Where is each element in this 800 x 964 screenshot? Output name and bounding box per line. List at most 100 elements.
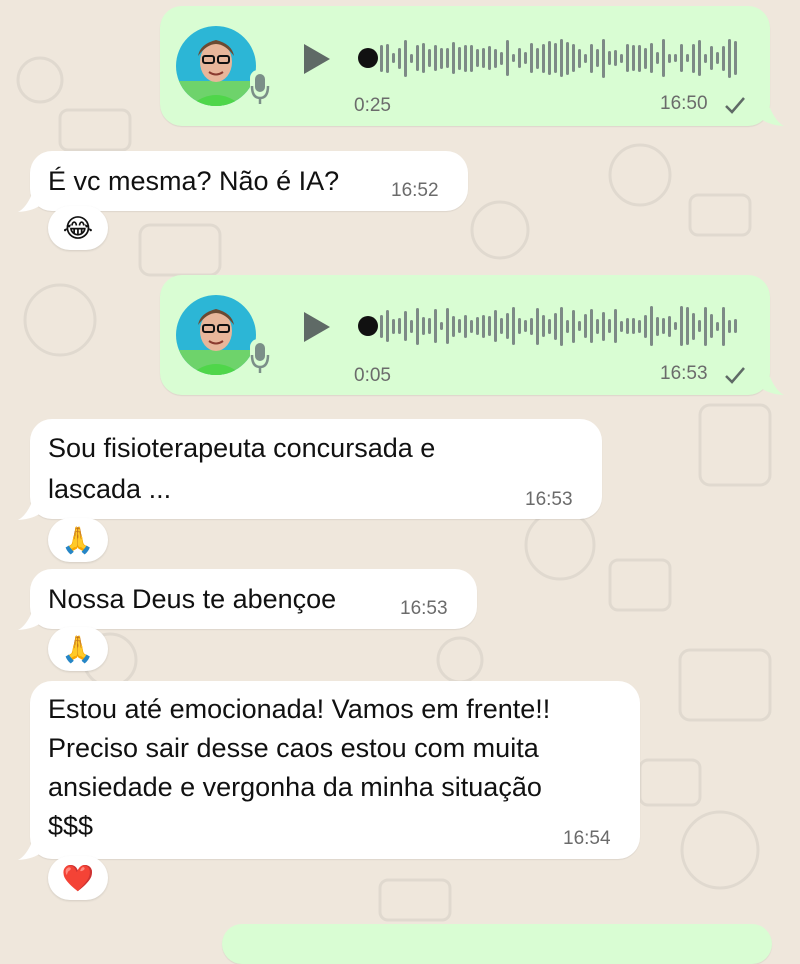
waveform-bar (710, 314, 713, 338)
message-time: 16:53 (660, 363, 708, 384)
waveform-bar (662, 318, 665, 334)
waveform-bar (716, 52, 719, 64)
bubble-tail (18, 612, 42, 630)
waveform-bar (416, 307, 419, 345)
waveform-bar (668, 315, 671, 337)
waveform-bar (596, 49, 599, 67)
waveform-bar (590, 309, 593, 343)
message-time: 16:50 (660, 93, 708, 114)
reaction-badge[interactable]: ❤️ (48, 856, 108, 900)
waveform-bar (680, 306, 683, 346)
waveform-bar (554, 43, 557, 73)
waveform-bar (428, 318, 431, 334)
waveform-bar (416, 45, 419, 71)
bubble-tail (18, 502, 42, 520)
waveform-bar (482, 314, 485, 338)
waveform-bar (386, 310, 389, 342)
waveform-bar (692, 312, 695, 340)
waveform-bar (596, 318, 599, 334)
waveform-bar (560, 39, 563, 77)
waveform-bar (464, 314, 467, 338)
waveform-bar (512, 307, 515, 345)
waveform-bar (698, 40, 701, 76)
reaction-badge[interactable]: 🙏 (48, 518, 108, 562)
single-check-icon (725, 367, 745, 384)
waveform-bar (500, 51, 503, 65)
playback-position-dot[interactable] (358, 48, 378, 68)
waveform-bar (584, 314, 587, 338)
waveform-bar (518, 318, 521, 334)
waveform-bar (710, 46, 713, 70)
bubble-tail (18, 194, 42, 212)
waveform-bar (632, 45, 635, 71)
message-text: Nossa Deus te abençoe (48, 584, 337, 614)
waveform-bar (620, 53, 623, 63)
waveform-bar (656, 316, 659, 336)
waveform-bar (584, 53, 587, 63)
waveform-bar (572, 309, 575, 343)
waveform-bar (668, 53, 671, 63)
voice-waveform[interactable] (380, 36, 740, 80)
waveform-bar (392, 53, 395, 63)
waveform-bar (458, 319, 461, 333)
message-time: 16:53 (400, 598, 448, 619)
message-time: 16:52 (391, 180, 439, 201)
waveform-bar (704, 53, 707, 63)
waveform-bar (650, 43, 653, 73)
waveform-bar (680, 44, 683, 72)
voice-message-bubble[interactable] (222, 924, 772, 964)
waveform-bar (398, 318, 401, 334)
waveform-bar (644, 47, 647, 69)
playback-position-dot[interactable] (358, 316, 378, 336)
waveform-bar (638, 319, 641, 333)
waveform-bar (482, 48, 485, 68)
message-text-line: Sou fisioterapeuta concursada e (48, 433, 436, 463)
waveform-bar (470, 44, 473, 72)
waveform-bar (554, 312, 557, 340)
waveform-bar (674, 322, 677, 330)
waveform-bar (536, 47, 539, 69)
play-icon[interactable] (302, 42, 332, 76)
waveform-bar (434, 45, 437, 71)
waveform-bar (404, 39, 407, 77)
waveform-bar (398, 47, 401, 69)
waveform-bar (638, 44, 641, 72)
waveform-bar (602, 311, 605, 341)
reaction-badge[interactable]: 🙏 (48, 627, 108, 671)
waveform-bar (644, 314, 647, 338)
waveform-bar (512, 54, 515, 62)
message-text-line: ansiedade e vergonha da minha situação (48, 772, 542, 802)
waveform-bar (698, 320, 701, 332)
waveform-bar (608, 319, 611, 333)
waveform-bar (470, 319, 473, 333)
waveform-bar (578, 48, 581, 68)
waveform-bar (410, 319, 413, 333)
waveform-bar (548, 318, 551, 334)
waveform-bar (542, 315, 545, 337)
waveform-bar (632, 318, 635, 334)
waveform-bar (518, 48, 521, 68)
waveform-bar (692, 43, 695, 73)
bubble-tail (760, 108, 784, 126)
waveform-bar (704, 306, 707, 346)
waveform-bar (500, 318, 503, 334)
waveform-bar (380, 44, 383, 72)
message-time: 16:54 (563, 828, 611, 849)
waveform-bar (626, 318, 629, 334)
voice-duration: 0:05 (354, 365, 391, 386)
waveform-bar (422, 317, 425, 335)
waveform-bar (488, 46, 491, 70)
waveform-bar (602, 38, 605, 78)
waveform-bar (734, 319, 737, 333)
voice-waveform[interactable] (380, 304, 740, 348)
waveform-bar (566, 319, 569, 333)
reaction-badge[interactable]: 😂 (48, 206, 108, 250)
waveform-bar (476, 49, 479, 67)
play-icon[interactable] (302, 310, 332, 344)
waveform-bar (434, 309, 437, 343)
single-check-icon (725, 97, 745, 114)
microphone-icon (250, 339, 270, 377)
bubble-tail (760, 377, 784, 395)
waveform-bar (734, 41, 737, 75)
waveform-bar (686, 54, 689, 62)
